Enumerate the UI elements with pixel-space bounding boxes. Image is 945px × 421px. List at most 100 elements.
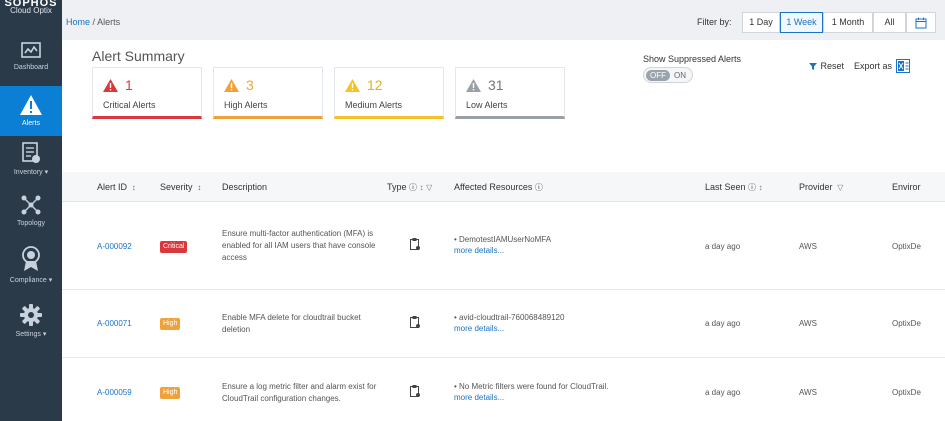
sidebar-item-label: Settings ▾ xyxy=(15,331,47,338)
sidebar-item-inventory[interactable]: Inventory ▾ xyxy=(0,142,62,186)
brand-logo: SOPHOS Cloud Optix xyxy=(0,0,62,22)
alert-id-link[interactable]: A-000092 xyxy=(97,242,132,251)
filter-1-week-button[interactable]: 1 Week xyxy=(780,12,823,33)
sidebar-item-label: Dashboard xyxy=(13,64,49,71)
last-seen: a day ago xyxy=(705,388,741,397)
alert-label: Low Alerts xyxy=(466,100,508,110)
alert-label: Medium Alerts xyxy=(345,100,403,110)
severity-badge: High xyxy=(160,387,181,399)
filter-icon[interactable]: ▽ xyxy=(426,183,432,192)
inventory-icon xyxy=(22,142,40,163)
critical-alerts-card[interactable]: 1 Critical Alerts xyxy=(92,67,202,119)
sidebar-item-compliance[interactable]: Compliance ▾ xyxy=(0,246,62,294)
alert-description: Enable MFA delete for cloudtrail bucket … xyxy=(222,313,361,334)
sidebar: SOPHOS Cloud Optix Dashboard Alerts Inve… xyxy=(0,0,62,421)
calendar-button[interactable] xyxy=(906,12,936,33)
more-details-link[interactable]: more details... xyxy=(454,393,609,402)
warning-icon xyxy=(345,79,360,92)
alert-id-link[interactable]: A-000059 xyxy=(97,388,132,397)
alert-count: 3 xyxy=(246,77,254,93)
clipboard-icon xyxy=(410,316,420,328)
environment: OptixDe xyxy=(892,242,921,251)
more-details-link[interactable]: more details... xyxy=(454,246,551,255)
provider: AWS xyxy=(799,242,817,251)
alert-count: 31 xyxy=(488,77,504,93)
info-icon: ⓘ xyxy=(748,183,757,192)
column-label: Type xyxy=(387,182,407,192)
resource-name: • avid-cloudtrail-760068489120 xyxy=(454,313,565,322)
affected-resources: • No Metric filters were found for Cloud… xyxy=(454,382,609,402)
breadcrumb-home-link[interactable]: Home xyxy=(66,17,90,27)
resource-name: • DemotestIAMUserNoMFA xyxy=(454,235,552,244)
column-label: Last Seen xyxy=(705,182,746,192)
sidebar-item-label: Alerts xyxy=(22,120,40,127)
alert-summary-title: Alert Summary xyxy=(92,48,185,64)
sidebar-item-label: Topology xyxy=(16,220,46,227)
sidebar-item-settings[interactable]: Settings ▾ xyxy=(0,304,62,348)
breadcrumb: Home / Alerts xyxy=(66,17,120,27)
topology-icon xyxy=(21,195,41,215)
environment: OptixDe xyxy=(892,319,921,328)
calendar-icon xyxy=(915,17,927,29)
last-seen: a day ago xyxy=(705,242,741,251)
sidebar-item-alerts[interactable]: Alerts xyxy=(0,86,62,136)
info-icon: ⓘ xyxy=(534,183,543,192)
column-severity[interactable]: Severity ↕ xyxy=(160,182,201,192)
column-environment: Enviror xyxy=(892,182,921,192)
brand-product: Cloud Optix xyxy=(10,6,52,15)
toggle-off-label: OFF xyxy=(646,70,670,81)
alerts-table-header: Alert ID ↕ Severity ↕ Description Type ⓘ… xyxy=(62,172,945,202)
filter-all-button[interactable]: All xyxy=(873,12,906,33)
toggle-on-label: ON xyxy=(674,71,686,80)
table-row[interactable]: A-000092 Critical Ensure multi-factor au… xyxy=(62,202,945,290)
affected-resources: • DemotestIAMUserNoMFA more details... xyxy=(454,235,551,255)
column-label: Affected Resources xyxy=(454,182,533,192)
low-alerts-card[interactable]: 31 Low Alerts xyxy=(455,67,565,119)
suppressed-alerts-toggle[interactable]: OFF ON xyxy=(643,67,693,83)
more-details-link[interactable]: more details... xyxy=(454,324,564,333)
column-alert-id[interactable]: Alert ID ↕ xyxy=(97,182,136,192)
warning-icon xyxy=(20,95,42,115)
info-icon: ⓘ xyxy=(409,183,418,192)
sidebar-item-label: Inventory ▾ xyxy=(13,169,49,176)
column-provider[interactable]: Provider ▽ xyxy=(799,182,843,192)
table-row[interactable]: A-000071 High Enable MFA delete for clou… xyxy=(62,290,945,358)
sidebar-item-topology[interactable]: Topology xyxy=(0,194,62,238)
sidebar-item-dashboard[interactable]: Dashboard xyxy=(0,42,62,84)
filter-1-day-button[interactable]: 1 Day xyxy=(742,12,780,33)
warning-icon xyxy=(466,79,481,92)
alert-label: High Alerts xyxy=(224,100,268,110)
sort-icon: ↕ xyxy=(129,183,136,192)
column-last-seen[interactable]: Last Seen ⓘ ↕ xyxy=(705,182,763,193)
export-label: Export as xyxy=(854,61,893,71)
breadcrumb-current: Alerts xyxy=(97,17,121,27)
column-label: Severity xyxy=(160,182,193,192)
medium-alerts-card[interactable]: 12 Medium Alerts xyxy=(334,67,444,119)
reset-button[interactable]: Reset xyxy=(809,61,844,71)
filter-1-month-button[interactable]: 1 Month xyxy=(823,12,873,33)
severity-badge: High xyxy=(160,318,181,330)
column-label: Provider xyxy=(799,182,833,192)
column-label: Alert ID xyxy=(97,182,128,192)
affected-resources: • avid-cloudtrail-760068489120 more deta… xyxy=(454,313,564,333)
chart-icon xyxy=(21,42,41,58)
alert-id-link[interactable]: A-000071 xyxy=(97,319,132,328)
warning-icon xyxy=(103,79,118,92)
table-row[interactable]: A-000059 High Ensure a log metric filter… xyxy=(62,358,945,421)
high-alerts-card[interactable]: 3 High Alerts xyxy=(213,67,323,119)
gear-icon xyxy=(20,304,42,326)
excel-export-icon[interactable] xyxy=(896,59,910,73)
reset-label: Reset xyxy=(820,61,845,71)
provider: AWS xyxy=(799,388,817,397)
resource-name: • No Metric filters were found for Cloud… xyxy=(454,382,609,391)
sort-icon: ↕ xyxy=(758,183,763,192)
alert-count: 1 xyxy=(125,77,133,93)
column-type[interactable]: Type ⓘ ↕ ▽ xyxy=(387,182,432,193)
alert-description: Ensure multi-factor authentication (MFA)… xyxy=(222,229,376,262)
severity-badge: Critical xyxy=(160,241,188,253)
provider: AWS xyxy=(799,319,817,328)
breadcrumb-separator: / xyxy=(92,17,96,27)
alert-description: Ensure a log metric filter and alarm exi… xyxy=(222,382,377,403)
sort-icon: ↕ xyxy=(419,183,424,192)
filter-icon[interactable]: ▽ xyxy=(835,183,843,192)
